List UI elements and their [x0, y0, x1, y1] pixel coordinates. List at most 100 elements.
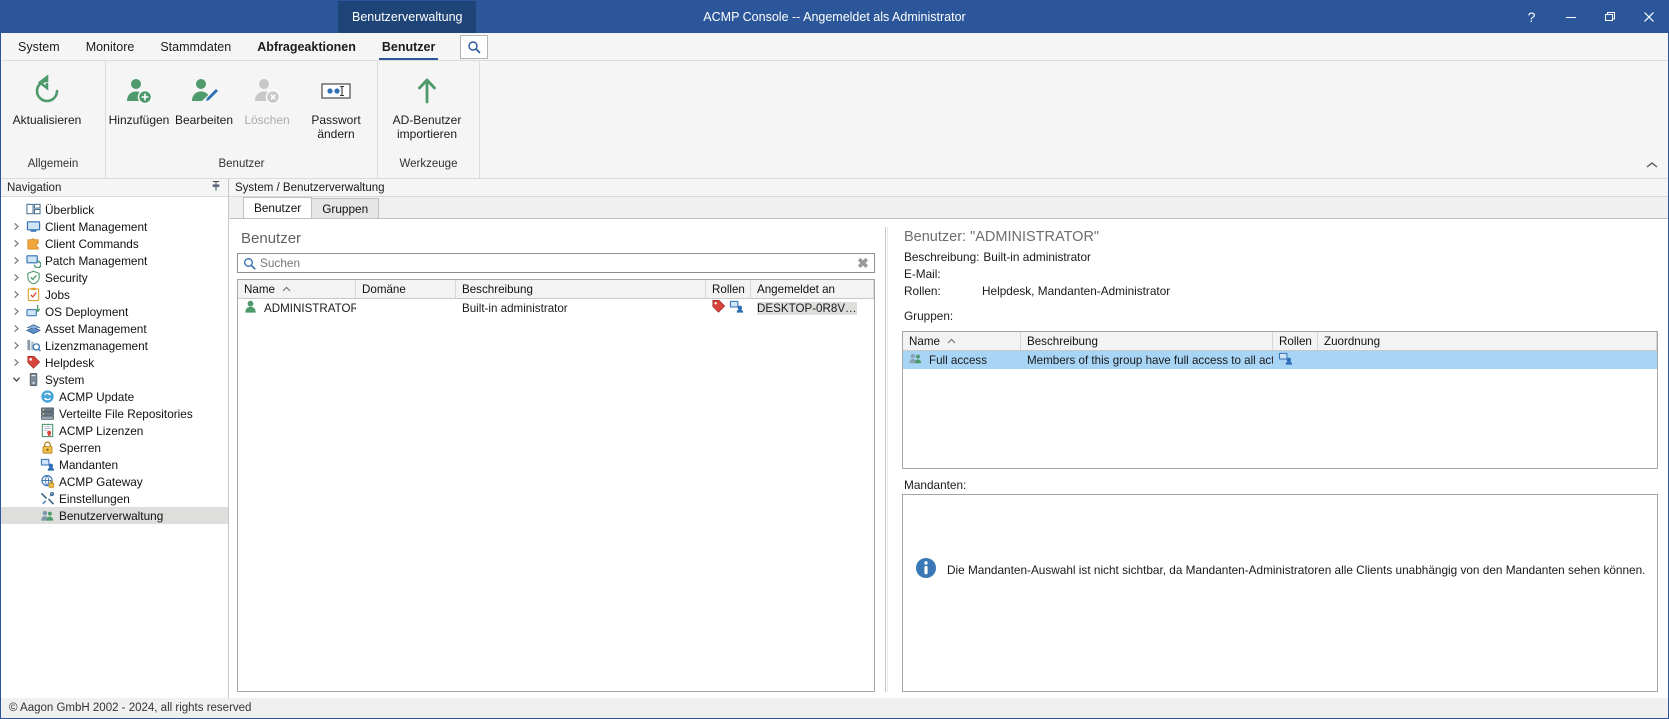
column-header-dom-ne[interactable]: Domäne	[356, 280, 456, 298]
document-tab-benutzerverwaltung[interactable]: Benutzerverwaltung	[338, 1, 476, 33]
sidebar-item-mandanten[interactable]: Mandanten	[1, 456, 228, 473]
sidebar-item-label: Mandanten	[57, 458, 118, 472]
cell-roles	[1273, 351, 1318, 369]
chevron-down-icon[interactable]	[9, 375, 23, 384]
sidebar-item-verteilte-file-repositories[interactable]: Verteilte File Repositories	[1, 405, 228, 422]
chevron-up-icon[interactable]	[1646, 160, 1658, 172]
restore-icon[interactable]	[1590, 1, 1629, 33]
column-header-name[interactable]: Name	[903, 332, 1021, 350]
table-row[interactable]: Full accessMembers of this group have fu…	[903, 351, 1657, 369]
sidebar-item-label: Client Commands	[43, 237, 139, 251]
chevron-right-icon[interactable]	[9, 358, 23, 367]
chevron-right-icon[interactable]	[9, 307, 23, 316]
add-user-button[interactable]: Hinzufügen	[106, 67, 172, 127]
pin-icon[interactable]	[210, 180, 222, 195]
sidebar-item-label: Überblick	[43, 203, 94, 217]
chevron-right-icon[interactable]	[9, 273, 23, 282]
column-header-angemeldet-an[interactable]: Angemeldet an	[751, 280, 874, 298]
ribbon-tab-monitore[interactable]: Monitore	[73, 33, 148, 60]
detail-description-label: Beschreibung:	[904, 249, 979, 266]
sidebar-item-label: Patch Management	[43, 254, 147, 268]
sidebar-item-benutzerverwaltung[interactable]: Benutzerverwaltung	[1, 507, 228, 524]
sidebar-item-patch-management[interactable]: Patch Management	[1, 252, 228, 269]
delete-user-button[interactable]: Löschen	[236, 67, 298, 127]
ribbon-tab-label: System	[18, 40, 60, 54]
sort-ascending-icon	[282, 284, 291, 294]
minimize-icon[interactable]	[1551, 1, 1590, 33]
ribbon-tab-stammdaten[interactable]: Stammdaten	[147, 33, 244, 60]
column-header-rollen[interactable]: Rollen	[1273, 332, 1318, 350]
body: Navigation ÜberblickClient ManagementCli…	[1, 179, 1668, 698]
cell-name: Full access	[903, 351, 1021, 369]
sidebar-item-asset-management[interactable]: Asset Management	[1, 320, 228, 337]
tab-benutzer[interactable]: Benutzer	[243, 197, 312, 218]
clear-icon[interactable]: ✖	[852, 255, 874, 272]
cell-description: Built-in administrator	[456, 299, 706, 317]
column-header-rollen[interactable]: Rollen	[706, 280, 751, 298]
chevron-right-icon[interactable]	[9, 290, 23, 299]
sidebar-item-client-commands[interactable]: Client Commands	[1, 235, 228, 252]
ribbon-tab-label: Benutzer	[382, 40, 435, 54]
import-ad-users-button[interactable]: AD-Benutzer importieren	[378, 67, 476, 141]
sidebar-item-acmp-lizenzen[interactable]: ACMP Lizenzen	[1, 422, 228, 439]
tools-icon	[37, 491, 57, 506]
cell-assignment	[1318, 351, 1657, 369]
pane-divider[interactable]	[885, 227, 888, 692]
chevron-right-icon[interactable]	[9, 239, 23, 248]
ribbon-tab-abfrageaktionen[interactable]: Abfrageaktionen	[244, 33, 369, 60]
sidebar-item-label: Client Management	[43, 220, 147, 234]
ribbon-tab-label: Stammdaten	[160, 40, 231, 54]
user-edit-icon	[188, 71, 220, 111]
sidebar-item-jobs[interactable]: Jobs	[1, 286, 228, 303]
import-arrow-icon	[411, 71, 443, 111]
sidebar-item-acmp-update[interactable]: ACMP Update	[1, 388, 228, 405]
chevron-right-icon[interactable]	[9, 222, 23, 231]
ribbon-tab-system[interactable]: System	[5, 33, 73, 60]
sidebar-item-einstellungen[interactable]: Einstellungen	[1, 490, 228, 507]
users-grid-body[interactable]: ADMINISTRATORBuilt-in administratorDESKT…	[238, 299, 874, 691]
detail-pane: Benutzer: "ADMINISTRATOR" Beschreibung: …	[898, 227, 1658, 692]
chevron-right-icon[interactable]	[9, 324, 23, 333]
column-header-beschreibung[interactable]: Beschreibung	[456, 280, 706, 298]
tag-icon	[23, 355, 43, 370]
search-icon[interactable]	[460, 35, 488, 59]
detail-description-row: Beschreibung: Built-in administrator	[902, 249, 1658, 266]
sidebar-item-acmp-gateway[interactable]: ACMP Gateway	[1, 473, 228, 490]
application-window: ACMP Console -- Angemeldet als Administr…	[0, 0, 1669, 719]
change-password-button[interactable]: Passwort ändern	[298, 67, 374, 141]
search-box[interactable]: ✖	[237, 253, 875, 273]
sidebar-item-helpdesk[interactable]: Helpdesk	[1, 354, 228, 371]
groups-grid-body[interactable]: Full accessMembers of this group have fu…	[903, 351, 1657, 468]
user-add-icon	[123, 71, 155, 111]
ribbon-group-label: Benutzer	[106, 156, 377, 178]
column-header-beschreibung[interactable]: Beschreibung	[1021, 332, 1273, 350]
users-pane-title: Benutzer	[237, 227, 875, 253]
sidebar-item-os-deployment[interactable]: OS Deployment	[1, 303, 228, 320]
sidebar-item-label: ACMP Update	[57, 390, 134, 404]
search-input[interactable]	[260, 256, 852, 270]
refresh-button[interactable]: Aktualisieren	[1, 67, 93, 127]
sidebar-item-client-management[interactable]: Client Management	[1, 218, 228, 235]
tenants-icon	[37, 457, 57, 472]
sidebar-item-lizenzmanagement[interactable]: Lizenzmanagement	[1, 337, 228, 354]
info-message-row: Die Mandanten-Auswahl ist nicht sichtbar…	[915, 557, 1645, 582]
column-header-name[interactable]: Name	[238, 280, 356, 298]
sidebar-item-sperren[interactable]: Sperren	[1, 439, 228, 456]
sidebar-item-berblick[interactable]: Überblick	[1, 201, 228, 218]
edit-user-button[interactable]: Bearbeiten	[172, 67, 236, 127]
ribbon-tab-benutzer[interactable]: Benutzer	[369, 33, 448, 60]
chevron-right-icon[interactable]	[9, 256, 23, 265]
navigation-tree[interactable]: Überblick Client Management Client Command…	[1, 197, 228, 698]
table-row[interactable]: ADMINISTRATORBuilt-in administratorDESKT…	[238, 299, 874, 317]
cell-domain	[356, 299, 456, 317]
chevron-right-icon[interactable]	[9, 341, 23, 350]
ribbon-group-label: Werkzeuge	[378, 156, 479, 178]
sidebar-item-system[interactable]: System	[1, 371, 228, 388]
tab-gruppen[interactable]: Gruppen	[311, 198, 379, 218]
ribbon-tab-strip: System Monitore Stammdaten Abfrageaktion…	[1, 33, 1668, 61]
sidebar-item-label: Sperren	[57, 441, 101, 455]
sidebar-item-security[interactable]: Security	[1, 269, 228, 286]
help-icon[interactable]: ?	[1512, 1, 1551, 33]
column-header-zuordnung[interactable]: Zuordnung	[1318, 332, 1657, 350]
close-icon[interactable]	[1629, 1, 1668, 33]
